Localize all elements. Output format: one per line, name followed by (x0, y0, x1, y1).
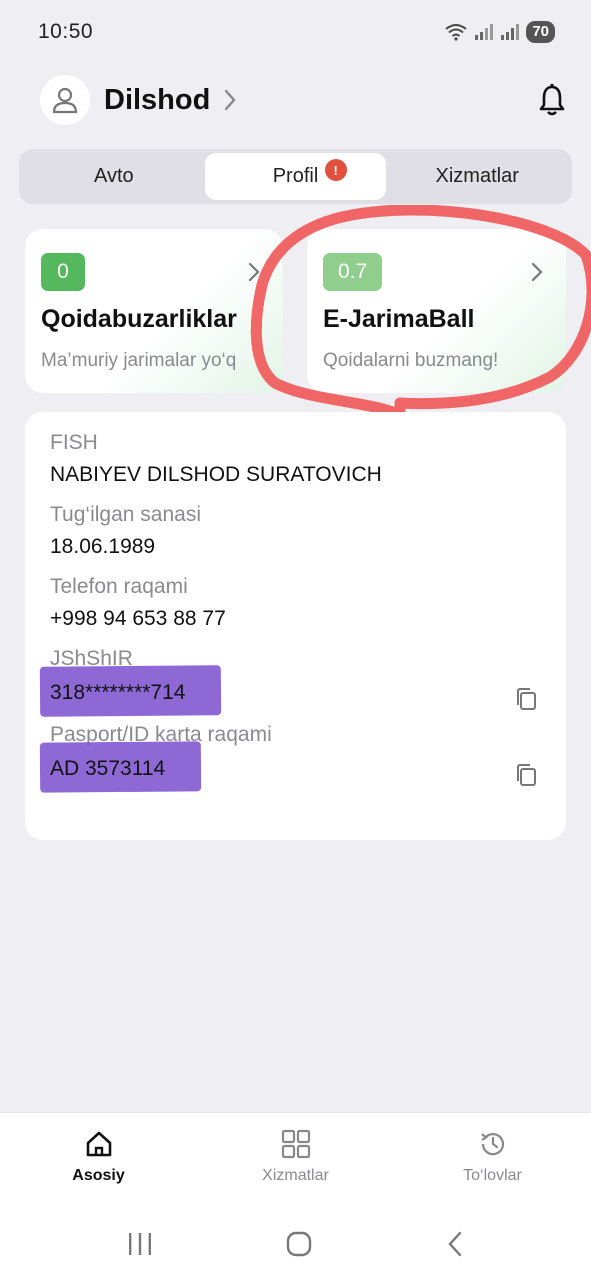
history-icon (480, 1133, 504, 1156)
nav-item-tolovlar[interactable]: To‘lovlar (394, 1113, 591, 1212)
user-name[interactable]: Dilshod (104, 84, 210, 117)
birth-date-field: Tug‘ilgan sanasi 18.06.1989 (50, 502, 542, 562)
battery-indicator: 70 (526, 21, 555, 43)
score-card[interactable]: 0.7 E-JarimaBall Qoidalarni buzmang! (307, 229, 566, 393)
home-button-icon[interactable] (285, 1230, 313, 1263)
violations-subtitle: Ma’muriy jarimalar yo‘q (41, 350, 237, 371)
phone-label: Telefon raqami (50, 575, 188, 598)
score-subtitle: Qoidalarni buzmang! (323, 350, 499, 371)
alert-badge: ! (324, 159, 347, 181)
birth-date-value: 18.06.1989 (50, 535, 156, 558)
copy-icon[interactable] (514, 686, 540, 712)
back-icon[interactable] (445, 1230, 465, 1263)
pinfl-field: JShShIR 318********714 (50, 646, 542, 710)
fish-label: FISH (50, 431, 98, 454)
chevron-right-icon (247, 261, 261, 288)
passport-value: AD 3573114 (44, 752, 171, 786)
user-icon (52, 87, 78, 114)
profile-info-card: FISH NABIYEV DILSHOD SURATOVICH Tug‘ilga… (25, 412, 566, 840)
signal-icon (475, 24, 494, 40)
grid-icon (281, 1129, 310, 1159)
status-time: 10:50 (38, 20, 94, 43)
birth-date-label: Tug‘ilgan sanasi (50, 503, 201, 526)
recent-apps-icon[interactable] (126, 1231, 154, 1262)
violations-title: Qoidabuzarliklar (41, 305, 237, 333)
segmented-tabs: Avto Profil ! Xizmatlar (19, 149, 572, 204)
status-icons: 70 (444, 21, 555, 43)
phone-value: +998 94 653 88 77 (50, 607, 226, 630)
fish-value: NABIYEV DILSHOD SURATOVICH (50, 463, 382, 486)
tab-avto[interactable]: Avto (23, 153, 205, 200)
violations-count: 0 (41, 253, 85, 291)
nav-label-asosiy: Asosiy (72, 1167, 125, 1184)
passport-field: Pasport/ID karta raqami AD 3573114 (50, 722, 542, 786)
nav-label-tolovlar: To‘lovlar (463, 1167, 522, 1184)
pinfl-value: 318********714 (44, 676, 191, 710)
violations-card[interactable]: 0 Qoidabuzarliklar Ma’muriy jarimalar yo… (25, 229, 283, 393)
signal-icon-2 (501, 24, 520, 40)
bottom-nav: Asosiy Xizmatlar To‘lovlar (0, 1112, 591, 1212)
copy-icon[interactable] (514, 762, 540, 788)
notification-bell-icon[interactable] (538, 84, 566, 121)
system-nav-bar (0, 1212, 591, 1280)
profile-header[interactable]: Dilshod (40, 74, 570, 126)
avatar[interactable] (40, 75, 90, 125)
home-icon (86, 1131, 111, 1157)
chevron-right-icon (530, 261, 544, 288)
score-title: E-JarimaBall (323, 305, 475, 333)
nav-item-xizmatlar[interactable]: Xizmatlar (197, 1113, 394, 1212)
tab-profil[interactable]: Profil ! (204, 153, 387, 200)
nav-item-asosiy[interactable]: Asosiy (0, 1113, 197, 1212)
chevron-right-icon[interactable] (222, 88, 238, 112)
phone-field: Telefon raqami +998 94 653 88 77 (50, 574, 542, 634)
score-value: 0.7 (323, 253, 383, 291)
nav-label-xizmatlar: Xizmatlar (262, 1167, 329, 1184)
status-bar: 10:50 70 (0, 0, 591, 64)
tab-xizmatlar[interactable]: Xizmatlar (386, 153, 568, 200)
wifi-icon (445, 24, 467, 41)
fish-field: FISH NABIYEV DILSHOD SURATOVICH (50, 430, 542, 490)
